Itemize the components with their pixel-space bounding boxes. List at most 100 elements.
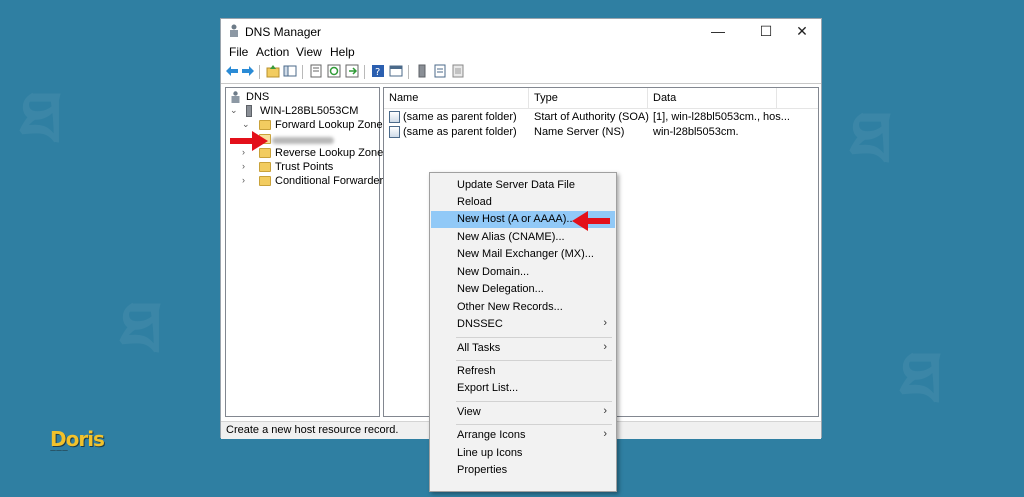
- close-button[interactable]: ✕: [783, 19, 821, 43]
- menu-item-label: DNSSEC: [457, 318, 503, 330]
- menu-item-all-tasks[interactable]: All Tasks ›: [431, 340, 615, 357]
- list-header: Name Type Data: [384, 88, 818, 109]
- column-header-type[interactable]: Type: [534, 92, 558, 104]
- cell-type: Name Server (NS): [534, 126, 625, 138]
- tree-label-forward-zones: Forward Lookup Zones: [275, 119, 389, 131]
- menu-item-other-new-records[interactable]: Other New Records...: [431, 299, 615, 316]
- server-icon[interactable]: [415, 64, 429, 78]
- redacted-zone-name: [272, 137, 334, 144]
- menu-separator: [456, 337, 612, 338]
- column-divider[interactable]: [647, 88, 648, 108]
- cell-data: [1], win-l28bl5053cm., hos...: [653, 111, 790, 123]
- export-list-icon[interactable]: [345, 64, 359, 78]
- menu-item-new-mail-exchanger[interactable]: New Mail Exchanger (MX)...: [431, 246, 615, 263]
- menu-item-export-list[interactable]: Export List...: [431, 380, 615, 397]
- help-icon[interactable]: ?: [371, 64, 385, 78]
- menu-item-label: Other New Records...: [457, 301, 563, 313]
- tree-label-dns: DNS: [246, 91, 270, 103]
- filter-icon[interactable]: [451, 64, 465, 78]
- column-divider[interactable]: [776, 88, 777, 108]
- refresh-icon[interactable]: [327, 64, 341, 78]
- tree-label-conditional-forwarders: Conditional Forwarders: [275, 175, 389, 187]
- menu-file[interactable]: File: [229, 45, 248, 59]
- dns-app-icon: [230, 24, 238, 37]
- window-title: DNS Manager: [245, 25, 322, 39]
- table-row[interactable]: (same as parent folder) Name Server (NS)…: [384, 125, 818, 140]
- menu-item-view[interactable]: View ›: [431, 404, 615, 421]
- red-annotation-arrow-icon: [230, 131, 268, 151]
- back-arrow-icon[interactable]: [225, 64, 239, 78]
- column-divider[interactable]: [528, 88, 529, 108]
- up-folder-icon[interactable]: [266, 64, 280, 78]
- menu-item-arrange-icons[interactable]: Arrange Icons ›: [431, 427, 615, 444]
- tree-label-reverse-zones: Reverse Lookup Zones: [275, 147, 389, 159]
- records-list-icon[interactable]: [433, 64, 447, 78]
- dns-icon: [231, 91, 240, 103]
- expanded-chevron-icon[interactable]: ⌄: [230, 105, 239, 116]
- menu-item-label: View: [457, 406, 481, 418]
- site-logo: Doris ———: [50, 427, 105, 454]
- menu-item-update-server-data-file[interactable]: Update Server Data File: [431, 177, 615, 194]
- forward-arrow-icon[interactable]: [241, 64, 255, 78]
- tree-label-server: WIN-L28BL5053CM: [260, 105, 359, 117]
- red-annotation-arrow-icon: [572, 211, 610, 231]
- toolbar-separator: [302, 65, 303, 79]
- submenu-arrow-icon: ›: [603, 405, 607, 417]
- menu-view[interactable]: View: [296, 45, 322, 59]
- menu-item-label: Arrange Icons: [457, 429, 526, 441]
- server-node-icon: [246, 105, 252, 117]
- column-header-data[interactable]: Data: [653, 92, 676, 104]
- submenu-arrow-icon: ›: [603, 428, 607, 440]
- record-icon: [389, 111, 400, 123]
- action-pane-icon[interactable]: [389, 64, 403, 78]
- svg-text:?: ?: [375, 67, 380, 78]
- menu-item-new-domain[interactable]: New Domain...: [431, 264, 615, 281]
- tree-item-conditional-forwarders[interactable]: › Conditional Forwarders: [242, 175, 389, 189]
- menu-item-properties[interactable]: Properties: [431, 462, 615, 479]
- menu-separator: [456, 401, 612, 402]
- menu-item-label: New Delegation...: [457, 283, 544, 295]
- tree-item-server[interactable]: ⌄ WIN-L28BL5053CM: [230, 105, 375, 119]
- menu-help[interactable]: Help: [330, 45, 355, 59]
- menu-separator: [456, 360, 612, 361]
- maximize-button[interactable]: ☐: [747, 19, 785, 43]
- toolbar-separator: [408, 65, 409, 79]
- status-text: Create a new host resource record.: [226, 424, 399, 436]
- tree-label-trust-points: Trust Points: [275, 161, 334, 173]
- menu-item-new-delegation[interactable]: New Delegation...: [431, 281, 615, 298]
- toolbar-separator: [259, 65, 260, 79]
- menu-item-dnssec[interactable]: DNSSEC ›: [431, 316, 615, 333]
- menu-action[interactable]: Action: [256, 45, 289, 59]
- cell-name: (same as parent folder): [403, 126, 517, 138]
- menu-item-label: Refresh: [457, 365, 496, 377]
- tree-item-dns[interactable]: DNS: [230, 91, 370, 105]
- collapsed-chevron-icon[interactable]: ›: [242, 175, 251, 185]
- cell-name: (same as parent folder): [403, 111, 517, 123]
- record-icon: [389, 126, 400, 138]
- minimize-button[interactable]: —: [699, 19, 737, 43]
- menu-item-line-up-icons[interactable]: Line up Icons: [431, 445, 615, 462]
- menu-item-label: All Tasks: [457, 342, 501, 354]
- folder-icon: [259, 162, 271, 172]
- menu-item-label: New Mail Exchanger (MX)...: [457, 248, 594, 260]
- menu-item-label: New Alias (CNAME)...: [457, 231, 565, 243]
- submenu-arrow-icon: ›: [603, 317, 607, 329]
- toolbar-separator: [364, 65, 365, 79]
- toolbar: ?: [221, 61, 821, 84]
- menu-item-label: Export List...: [457, 382, 519, 394]
- table-row[interactable]: (same as parent folder) Start of Authori…: [384, 110, 818, 125]
- menu-item-refresh[interactable]: Refresh: [431, 363, 615, 380]
- menu-item-label: New Domain...: [457, 266, 530, 278]
- folder-icon: [259, 176, 271, 186]
- show-hide-tree-icon[interactable]: [283, 64, 297, 78]
- tree-item-trust-points[interactable]: › Trust Points: [242, 161, 377, 175]
- menu-item-label: New Host (A or AAAA)...: [457, 213, 576, 225]
- title-bar: DNS Manager — ☐ ✕: [221, 19, 821, 43]
- submenu-arrow-icon: ›: [603, 341, 607, 353]
- properties-sheet-icon[interactable]: [309, 64, 323, 78]
- collapsed-chevron-icon[interactable]: ›: [242, 161, 251, 171]
- menu-item-label: Reload: [457, 196, 492, 208]
- menu-separator: [456, 424, 612, 425]
- menu-item-label: Properties: [457, 464, 508, 476]
- column-header-name[interactable]: Name: [389, 92, 418, 104]
